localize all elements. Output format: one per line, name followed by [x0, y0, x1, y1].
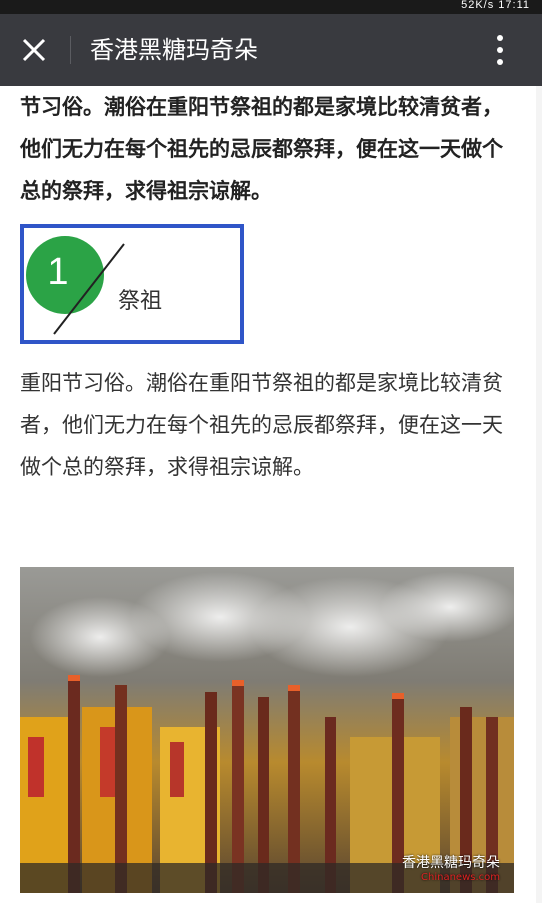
right-edge-strip [536, 86, 542, 903]
status-bar: 52K/s 17:11 [0, 0, 542, 14]
bold-paragraph: 节习俗。潮俗在重阳节祭祖的都是家境比较清贫者，他们无力在每个祖先的忌辰都祭拜，便… [20, 95, 503, 203]
header-divider [70, 36, 71, 64]
close-icon [22, 38, 46, 62]
article-content[interactable]: 节习俗。潮俗在重阳节祭祖的都是家境比较清贫者，他们无力在每个祖先的忌辰都祭拜，便… [0, 86, 542, 903]
more-button[interactable] [488, 32, 512, 68]
section-label-text: 祭祖 [118, 289, 163, 314]
watermark-text: 香港黑糖玛奇朵 [402, 855, 500, 871]
section-label: 1 祭祖 [20, 224, 244, 344]
close-button[interactable] [16, 32, 52, 68]
app-header: 香港黑糖玛奇朵 [0, 14, 542, 86]
watermark-site: Chinanews.com [421, 872, 500, 883]
incense-photo[interactable]: 香港黑糖玛奇朵 Chinanews.com [20, 567, 514, 893]
incense-photo-image [20, 567, 514, 893]
body-paragraph: 重阳节习俗。潮俗在重阳节祭祖的都是家境比较清贫者，他们无力在每个祖先的忌辰都祭拜… [20, 371, 503, 479]
more-vertical-icon [497, 35, 503, 65]
page-title: 香港黑糖玛奇朵 [90, 36, 258, 64]
status-bar-text: 52K/s 17:11 [461, 0, 530, 11]
photo-watermark: 香港黑糖玛奇朵 Chinanews.com [402, 852, 500, 883]
